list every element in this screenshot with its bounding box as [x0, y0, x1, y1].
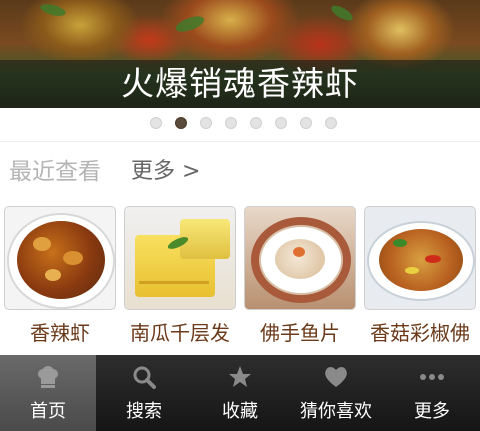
recipe-thumbnail [124, 206, 236, 310]
garnish-decoration [329, 2, 355, 24]
recipe-thumbnail [244, 206, 356, 310]
recent-item-label: 香辣虾 [30, 321, 90, 345]
tab-home[interactable]: 首页 [0, 355, 96, 431]
divider [0, 141, 480, 142]
heart-icon [288, 363, 384, 391]
pager-dot[interactable] [274, 117, 287, 129]
tab-label: 搜索 [126, 401, 162, 422]
garnish-decoration [39, 1, 67, 19]
garnish-decoration [173, 13, 207, 35]
pager-dot-active[interactable] [174, 117, 187, 129]
tab-label: 收藏 [222, 401, 258, 422]
bottom-tab-bar: 首页 搜索 收藏 猜你喜欢 更多 [0, 355, 480, 431]
recent-item-mushroom-pepper[interactable]: 香菇彩椒佛 [364, 206, 476, 351]
banner-pager [0, 117, 480, 131]
more-dots-icon [384, 363, 480, 391]
pager-dot[interactable] [249, 117, 262, 129]
recipe-thumbnail [364, 206, 476, 310]
recipe-thumbnail [4, 206, 116, 310]
search-icon [96, 363, 192, 391]
recent-item-label: 南瓜千层发 [130, 321, 230, 345]
recent-item-spicy-shrimp[interactable]: 香辣虾 [4, 206, 116, 351]
pager-dot[interactable] [149, 117, 162, 129]
tab-label: 首页 [30, 401, 66, 422]
recent-more-link[interactable]: 更多 > [131, 156, 200, 188]
featured-banner[interactable]: 火爆销魂香辣虾 [0, 0, 480, 108]
tab-more[interactable]: 更多 [384, 355, 480, 431]
tab-favorites[interactable]: 收藏 [192, 355, 288, 431]
tab-label: 猜你喜欢 [300, 401, 372, 422]
pager-dot[interactable] [299, 117, 312, 129]
recent-item-pumpkin-cake[interactable]: 南瓜千层发 [124, 206, 236, 351]
banner-title: 火爆销魂香辣虾 [121, 64, 359, 103]
pager-dot[interactable] [224, 117, 237, 129]
recent-item-label: 佛手鱼片 [260, 321, 340, 345]
chef-hat-icon [0, 363, 96, 391]
tab-search[interactable]: 搜索 [96, 355, 192, 431]
recent-list: 香辣虾 南瓜千层发 佛手鱼片 香菇彩椒佛 [4, 206, 476, 351]
tab-label: 更多 [414, 401, 450, 422]
star-icon [192, 363, 288, 391]
recent-item-fish-slices[interactable]: 佛手鱼片 [244, 206, 356, 351]
pager-dot[interactable] [199, 117, 212, 129]
recent-item-label: 香菇彩椒佛 [370, 321, 470, 345]
recent-section-title: 最近查看 [9, 159, 101, 185]
tab-recommend[interactable]: 猜你喜欢 [288, 355, 384, 431]
pager-dot[interactable] [324, 117, 337, 129]
